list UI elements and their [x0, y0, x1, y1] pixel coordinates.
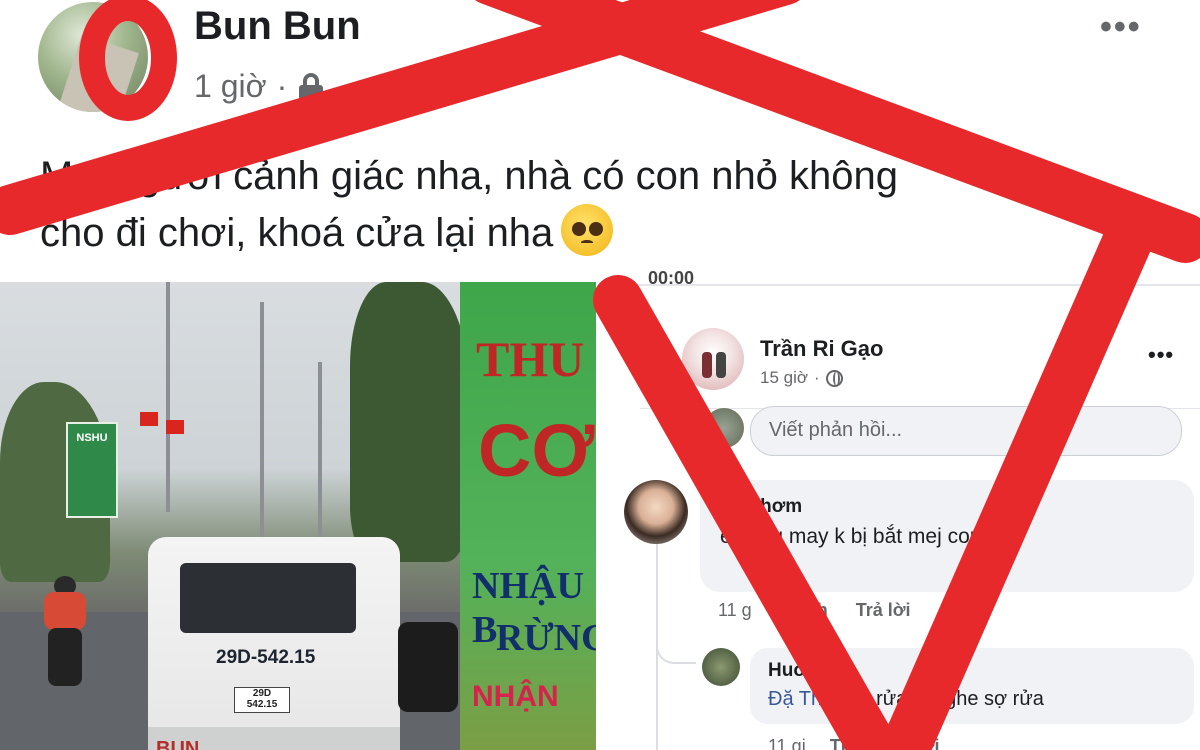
- street-pole: [166, 282, 170, 512]
- street-pole: [318, 362, 322, 552]
- shared-post-time[interactable]: 15 giờ: [760, 368, 808, 388]
- mention-link[interactable]: Đặ Thơm: [768, 688, 852, 710]
- comment-actions: 11 g Thích Trả lời: [718, 600, 911, 621]
- like-button[interactable]: Thích: [780, 600, 828, 621]
- banner-text: THU: [476, 331, 585, 387]
- post-text-line: cho đi chơi, khoá cửa lại nha: [40, 204, 1140, 261]
- comment-text: e cũng may k bị bắt mej con rui: [720, 522, 1180, 552]
- banner-text: CƠ: [478, 409, 595, 492]
- author-avatar[interactable]: [38, 2, 148, 112]
- post-header: Bun Bun 1 giờ · •••: [0, 0, 1200, 130]
- meta-separator: ·: [276, 68, 288, 104]
- flag: [140, 412, 158, 426]
- post-text-line-2: cho đi chơi, khoá cửa lại nha: [40, 211, 554, 255]
- comment-time: 11 gi: [768, 736, 806, 750]
- reply-button[interactable]: Trả lời: [856, 600, 911, 621]
- bottom-sign-text: BUN: [156, 738, 200, 750]
- post-time[interactable]: 1 giờ: [194, 68, 267, 105]
- comment-time: 11 g: [718, 600, 752, 620]
- comment-author[interactable]: Huong: [768, 660, 828, 682]
- shared-post-author[interactable]: Trần Ri Gạo: [760, 336, 883, 362]
- post-text: Mọi người cảnh giác nha, nhà có con nhỏ …: [40, 148, 1140, 261]
- post-meta: 1 giờ ·: [194, 68, 325, 105]
- white-van: 29D-542.15 29D 542.15: [148, 537, 400, 750]
- shared-post-meta: 15 giờ ·: [760, 368, 843, 388]
- comment-author[interactable]: ng Thơm: [720, 496, 802, 518]
- lock-icon[interactable]: [297, 71, 325, 103]
- comment-avatar[interactable]: [624, 480, 688, 544]
- street-pole: [260, 302, 264, 552]
- plate-line-1: 29D: [252, 688, 272, 699]
- banner-text: NHẬN: [472, 680, 559, 713]
- globe-icon: [825, 369, 843, 387]
- banner-text: RỪNG: [496, 617, 596, 659]
- embedded-screenshot[interactable]: 00:00 Trần Ri Gạo 15 giờ · ••• Viết phản…: [600, 270, 1200, 750]
- street-photo[interactable]: NSHU 29D-542.15 29D 542.15 BUN THU CƠ NHẬ…: [0, 282, 596, 750]
- flag: [166, 420, 184, 434]
- tree: [350, 282, 470, 562]
- comment-text-body: ở rửa c ,nghe sợ rửa: [851, 688, 1044, 710]
- parked-motorbike: [398, 622, 458, 712]
- divider: [600, 284, 1200, 286]
- thread-connector: [656, 626, 696, 664]
- reply-button[interactable]: ả lời: [902, 736, 940, 750]
- more-options-button[interactable]: •••: [1100, 8, 1142, 47]
- comment-text-line: e cũng may k bị bắt mej con rui: [720, 525, 1011, 548]
- more-options-button[interactable]: •••: [1148, 342, 1174, 368]
- reply-input[interactable]: Viết phản hồi...: [750, 406, 1182, 456]
- comment-text: Đặ Thơm ở rửa c ,nghe sợ rửa: [768, 688, 1044, 711]
- motorbike-rider: [38, 576, 94, 686]
- status-time: 00:00: [648, 270, 695, 288]
- restaurant-banner: THU CƠ NHẬU B RỪNG NHẬN: [460, 282, 596, 750]
- pleading-face-emoji-icon: [561, 204, 614, 256]
- shop-sign: NSHU: [66, 422, 118, 518]
- plate-line-2: 542.15: [246, 699, 278, 710]
- meta-separator: ·: [814, 368, 820, 387]
- commenter-avatar[interactable]: [682, 328, 744, 390]
- like-button[interactable]: Thích: [830, 736, 878, 750]
- comment-avatar[interactable]: [702, 648, 740, 686]
- van-plate-label: 29D-542.15: [216, 647, 316, 668]
- license-plate: 29D 542.15: [234, 687, 290, 713]
- user-avatar: [704, 408, 744, 448]
- shop-sign-text: NSHU: [76, 432, 108, 444]
- comment-actions: 11 gi Thích ả lời: [768, 736, 940, 750]
- post-author-name[interactable]: Bun Bun: [194, 4, 361, 49]
- post-text-line: Mọi người cảnh giác nha, nhà có con nhỏ …: [40, 154, 899, 198]
